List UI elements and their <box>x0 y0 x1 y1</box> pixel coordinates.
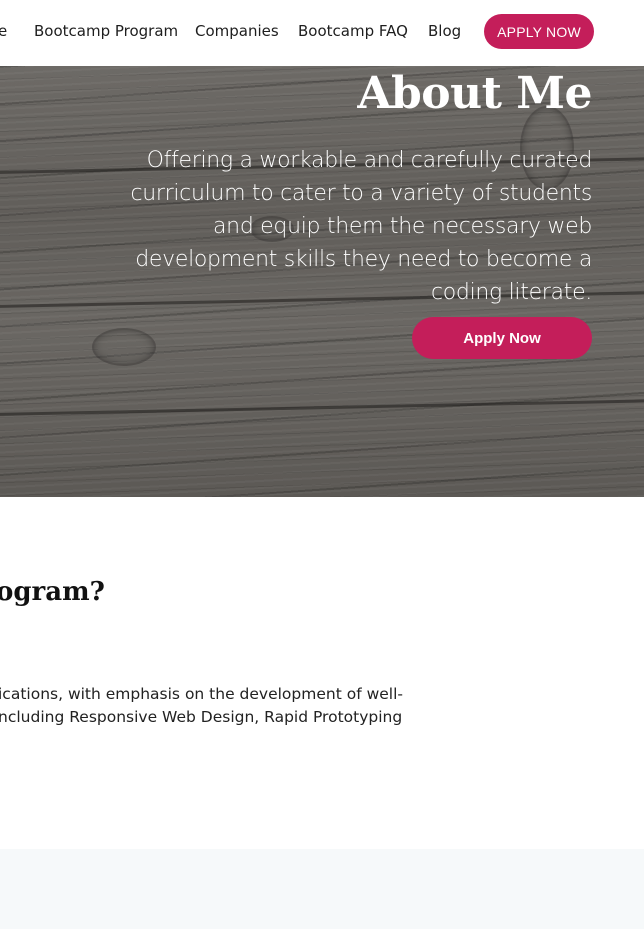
wood-knot <box>92 328 156 366</box>
apply-now-nav-button[interactable]: APPLY NOW <box>484 14 594 49</box>
top-navigation: e Bootcamp Program Companies Bootcamp FA… <box>0 0 644 66</box>
hero-section: About Me Offering a workable and careful… <box>0 66 644 497</box>
nav-item-companies[interactable]: Companies <box>195 22 279 40</box>
section-body-line: ications, with emphasis on the developme… <box>0 685 403 703</box>
section-body-line: ncluding Responsive Web Design, Rapid Pr… <box>0 708 403 726</box>
section-body: ications, with emphasis on the developme… <box>0 683 403 729</box>
section-heading: ogram? <box>0 577 105 607</box>
nav-item-bootcamp-faq[interactable]: Bootcamp FAQ <box>298 22 408 40</box>
wood-plank-seam <box>0 398 644 417</box>
nav-item-truncated[interactable]: e <box>0 22 7 40</box>
nav-item-blog[interactable]: Blog <box>428 22 461 40</box>
nav-item-bootcamp-program[interactable]: Bootcamp Program <box>34 22 178 40</box>
footer-band <box>0 849 644 929</box>
hero-description: Offering a workable and carefully curate… <box>130 148 592 305</box>
apply-now-hero-button[interactable]: Apply Now <box>412 317 592 359</box>
hero-title: About Me <box>357 68 592 119</box>
